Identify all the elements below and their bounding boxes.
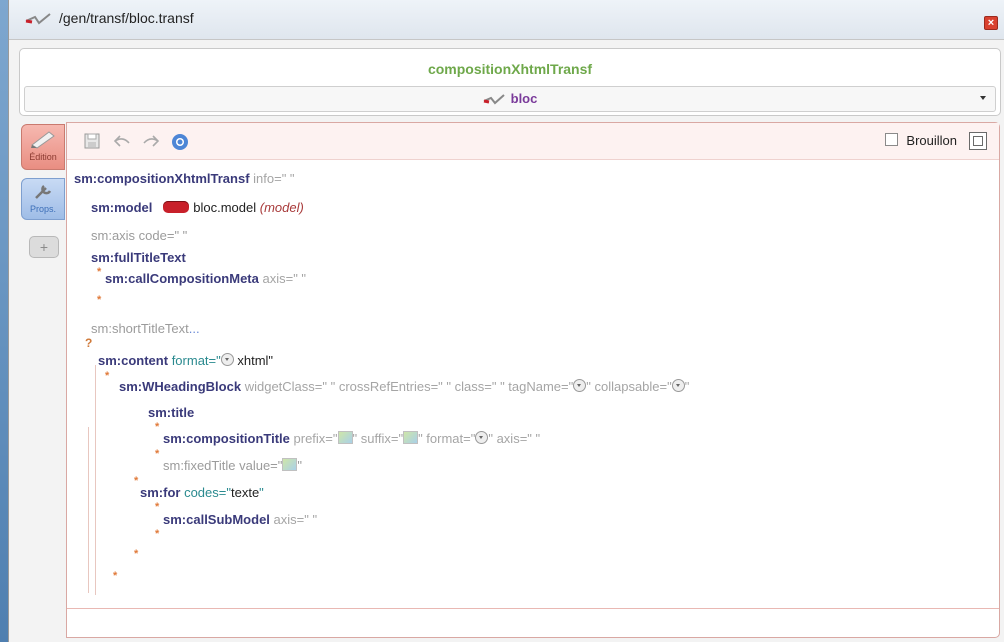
insert-marker[interactable]: * [134, 548, 138, 560]
insert-marker[interactable]: * [97, 266, 101, 278]
tree-node-shorttitle[interactable]: sm:shortTitleText... [91, 321, 200, 336]
header-panel: compositionXhtmlTransf bloc [19, 48, 1001, 116]
model-select-value: bloc [510, 91, 538, 106]
title-bar[interactable]: /gen/transf/bloc.transf × [9, 0, 1004, 40]
desktop-edge [0, 0, 8, 642]
value-swatch[interactable] [282, 458, 298, 471]
preview-icon[interactable] [171, 133, 189, 151]
tab-props[interactable]: Props. [21, 178, 65, 220]
tree-node-model[interactable]: sm:model bloc.model (model) [91, 200, 304, 215]
editor-toolbar: Brouillon [67, 123, 999, 160]
editor-panel: Brouillon sm:compositionXhtmlTransf info… [66, 122, 1000, 638]
insert-marker[interactable]: * [134, 475, 138, 487]
format-select-icon[interactable] [220, 353, 234, 366]
tree-node-fulltitle[interactable]: sm:fullTitleText [91, 250, 186, 265]
tree-node-callcompositionmeta[interactable]: sm:callCompositionMeta axis=" " [105, 271, 306, 286]
tree-guide-line [95, 365, 96, 595]
chevron-down-icon[interactable] [980, 96, 986, 100]
insert-marker[interactable]: * [155, 501, 159, 513]
model-icon [163, 201, 190, 213]
tree-node-callsubmodel[interactable]: sm:callSubModel axis=" " [163, 512, 317, 527]
draft-checkbox[interactable] [885, 133, 899, 146]
insert-marker[interactable]: * [155, 528, 159, 540]
insert-marker[interactable]: * [105, 370, 109, 382]
insert-marker[interactable]: * [113, 570, 117, 582]
close-button[interactable]: × [984, 16, 998, 30]
tree-node-title[interactable]: sm:title [148, 405, 194, 420]
editor-footer-divider [67, 608, 999, 609]
tree-node-for[interactable]: sm:for codes="texte" [140, 485, 264, 500]
window-title: /gen/transf/bloc.transf [59, 10, 194, 26]
suffix-swatch[interactable] [403, 431, 419, 444]
plus-icon: + [39, 239, 49, 255]
pencil-icon [22, 129, 64, 151]
tree-guide-line [88, 427, 89, 593]
tab-props-label: Props. [29, 204, 56, 214]
tab-edition[interactable]: Édition [21, 124, 65, 170]
save-icon[interactable] [84, 133, 102, 151]
tree-node-compositiontitle[interactable]: sm:compositionTitle prefix=" " suffix=" " … [163, 431, 540, 446]
model-select[interactable]: bloc [24, 86, 996, 112]
tree-node-wheadingblock[interactable]: sm:WHeadingBlock widgetClass=" " crossRe… [119, 379, 689, 394]
draft-toggle[interactable]: Brouillon [885, 133, 957, 148]
editor-window: /gen/transf/bloc.transf × compositionXht… [8, 0, 1004, 642]
tab-edition-label: Édition [29, 152, 57, 162]
insert-marker[interactable]: * [155, 448, 159, 460]
draft-label: Brouillon [906, 133, 957, 148]
collapsable-select-icon[interactable] [671, 379, 685, 392]
insert-marker[interactable]: * [155, 421, 159, 433]
prefix-swatch[interactable] [337, 431, 353, 444]
transform-title: compositionXhtmlTransf [427, 61, 593, 77]
undo-icon[interactable] [113, 133, 131, 151]
transform-icon [25, 13, 51, 28]
add-tab-button[interactable]: + [29, 236, 59, 258]
maximize-button[interactable] [969, 132, 987, 150]
transform-icon [483, 93, 505, 108]
tree-node-fixedtitle[interactable]: sm:fixedTitle value=" " [163, 458, 302, 473]
tagname-select-icon[interactable] [573, 379, 587, 392]
optional-marker[interactable]: ? [85, 336, 92, 350]
format-select-icon[interactable] [475, 431, 489, 444]
insert-marker[interactable]: * [97, 294, 101, 306]
tree-node-axis[interactable]: sm:axis code=" " [91, 228, 187, 243]
tree-node-composition[interactable]: sm:compositionXhtmlTransf info=" " [74, 171, 295, 186]
redo-icon[interactable] [142, 133, 160, 151]
wrench-icon [22, 183, 64, 203]
tree-node-content[interactable]: sm:content format=" xhtml" [98, 353, 273, 368]
